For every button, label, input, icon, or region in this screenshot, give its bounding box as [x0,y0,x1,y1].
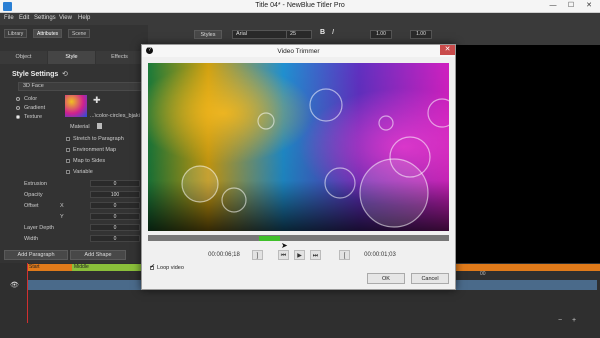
extrusion-label: Extrusion [24,181,47,187]
playhead[interactable] [27,263,28,323]
add-shape-button[interactable]: Add Shape [70,250,126,260]
trim-selection[interactable] [259,236,280,241]
menu-file[interactable]: File [4,15,14,21]
loop-video-label: Loop video [157,265,184,271]
bold-button[interactable]: B [320,29,325,36]
offset-x-field[interactable]: 0 [90,202,140,209]
window-title-bar: Title 04* - NewBlue Titler Pro — ☐ ✕ [0,0,600,13]
mark-in-button[interactable]: ] [252,250,263,260]
trim-timeline-bar[interactable] [148,235,449,241]
minimize-button[interactable]: — [544,1,562,11]
offset-label: Offset [24,203,39,209]
ok-button[interactable]: OK [367,273,405,284]
offset-y-label: Y [60,214,64,220]
radio-texture[interactable] [16,115,20,119]
fill-option-color: Color [24,96,38,102]
texture-file-name: ...\color-circles_bjaki [90,113,140,119]
lock-icon[interactable] [97,123,102,129]
attributes-panel: Library Attributes Scene Object Style Ef… [0,25,148,263]
timeline-middle-segment[interactable]: Middle [72,264,142,271]
menu-edit[interactable]: Edit [19,15,29,21]
opacity-field[interactable]: 100 [90,191,140,198]
tab-attributes[interactable]: Attributes [33,29,63,38]
trim-end-time: 00:00:01;03 [364,252,396,258]
font-select[interactable]: Arial [232,30,292,39]
width-field[interactable]: 0 [90,235,140,242]
layer-depth-field[interactable]: 0 [90,224,140,231]
layer-depth-label: Layer Depth [24,225,54,231]
menu-view[interactable]: View [59,15,72,21]
scale-y-field[interactable]: 1.00 [410,30,432,39]
opacity-label: Opacity [24,192,43,198]
timeline-end-segment[interactable] [456,264,600,271]
add-paragraph-button[interactable]: Add Paragraph [4,250,68,260]
tab-scene[interactable]: Scene [68,29,91,38]
stretch-to-paragraph-checkbox[interactable] [66,137,70,141]
video-trimmer-dialog: ? Video Trimmer ✕ 00:00:06;18] ⏮ ▶ ⏭ [… [141,44,456,290]
maximize-button[interactable]: ☐ [562,1,580,11]
styles-button[interactable]: Styles [194,30,222,39]
subtab-object[interactable]: Object [0,51,47,64]
tab-library[interactable]: Library [4,29,28,38]
option-map-to-sides: Map to Sides [73,158,106,164]
zoom-in-icon[interactable]: + [572,317,576,324]
texture-thumbnail[interactable] [65,95,87,117]
italic-button[interactable]: I [332,29,334,36]
subtab-effects[interactable]: Effects [96,51,143,64]
trim-start-time: 00:00:06;18 [208,252,240,258]
next-frame-button[interactable]: ⏭ [310,250,321,260]
option-variable: Variable [73,169,93,175]
format-toolbar: Styles Arial 25 B I 1.00 1.00 [148,25,600,45]
offset-y-field[interactable]: 0 [90,213,140,220]
mouse-cursor-icon: ➤ [281,241,288,250]
offset-x-label: X [60,203,64,209]
width-label: Width [24,236,39,242]
menu-bar: File Edit Settings View Help [0,13,600,25]
fill-option-texture: Texture [24,114,43,120]
video-preview[interactable] [148,63,449,231]
close-button[interactable]: ✕ [580,1,598,11]
face-dropdown[interactable]: 3D Face [18,82,146,91]
video-frame-image [148,63,449,231]
window-title: Title 04* - NewBlue Titler Pro [255,2,345,9]
radio-color[interactable] [16,97,20,101]
scale-x-field[interactable]: 1.00 [370,30,392,39]
mark-out-button[interactable]: [ [339,250,350,260]
subtab-style[interactable]: Style [48,51,95,64]
reset-icon[interactable]: ⟲ [62,70,68,78]
extrusion-field[interactable]: 0 [90,180,140,187]
cancel-button[interactable]: Cancel [411,273,449,284]
menu-settings[interactable]: Settings [34,15,56,21]
checkmark-icon: ✔ [150,264,156,270]
option-environment-map: Environment Map [73,147,117,153]
play-button[interactable]: ▶ [294,250,305,260]
map-to-sides-checkbox[interactable] [66,159,70,163]
variable-checkbox[interactable] [66,170,70,174]
option-stretch-to-paragraph: Stretch to Paragraph [73,136,124,142]
style-settings-heading: Style Settings [12,71,59,78]
fill-option-gradient: Gradient [24,105,46,111]
timeline-time-marker: 00 [480,271,486,277]
material-label: Material [70,124,90,130]
font-size-select[interactable]: 25 [286,30,312,39]
add-texture-icon[interactable]: ✚ [93,95,101,106]
dialog-title-bar: ? Video Trimmer ✕ [142,45,455,57]
timeline-start-segment[interactable]: Start [27,264,72,271]
zoom-out-icon[interactable]: − [558,317,562,324]
previous-frame-button[interactable]: ⏮ [278,250,289,260]
radio-gradient[interactable] [16,106,20,110]
dialog-close-button[interactable]: ✕ [440,45,455,55]
visibility-eye-icon[interactable]: 👁 [10,281,19,289]
dialog-title: Video Trimmer [277,48,320,55]
menu-help[interactable]: Help [78,15,90,21]
environment-map-checkbox[interactable] [66,148,70,152]
